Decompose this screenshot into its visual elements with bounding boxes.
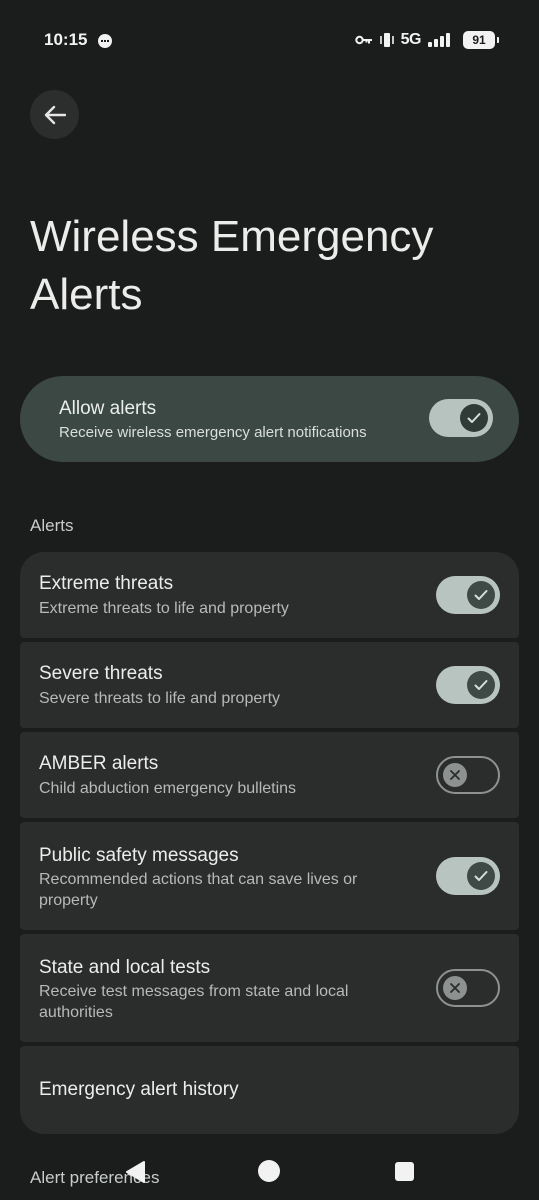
arrow-left-icon xyxy=(44,105,66,124)
switch-thumb xyxy=(467,862,495,890)
check-icon xyxy=(467,413,481,423)
public-safety-messages-row[interactable]: Public safety messages Recommended actio… xyxy=(20,822,519,930)
extreme-threats-subtitle: Extreme threats to life and property xyxy=(39,600,289,617)
state-local-tests-row[interactable]: State and local tests Receive test messa… xyxy=(20,934,519,1042)
amber-alerts-switch[interactable] xyxy=(436,756,500,794)
amber-alerts-subtitle: Child abduction emergency bulletins xyxy=(39,780,297,797)
switch-thumb xyxy=(443,763,467,787)
extreme-threats-title: Extreme threats xyxy=(39,573,174,594)
status-time: 10:15 xyxy=(44,30,88,49)
network-type: 5G xyxy=(400,31,422,48)
emergency-alert-history-row[interactable]: Emergency alert history xyxy=(20,1046,519,1134)
status-bar: 10:15 5G 91 xyxy=(0,0,539,80)
message-notification-icon xyxy=(98,34,112,48)
public-safety-messages-title: Public safety messages xyxy=(39,845,239,866)
public-safety-messages-switch[interactable] xyxy=(436,857,500,895)
page-title: Wireless Emergency Alerts xyxy=(30,212,434,319)
status-icons: 5G 91 xyxy=(354,29,499,51)
state-local-tests-switch[interactable] xyxy=(436,969,500,1007)
state-local-tests-title: State and local tests xyxy=(39,957,211,978)
allow-alerts-subtitle: Receive wireless emergency alert notific… xyxy=(59,424,367,441)
navigation-bar xyxy=(0,1140,539,1200)
battery-level: 91 xyxy=(463,31,499,49)
back-button[interactable] xyxy=(30,90,79,139)
allow-alerts-switch[interactable] xyxy=(429,399,493,437)
allow-alerts-toggle-row[interactable]: Allow alerts Receive wireless emergency … xyxy=(20,376,519,462)
switch-thumb xyxy=(467,581,495,609)
switch-thumb xyxy=(443,976,467,1000)
nav-home-icon[interactable] xyxy=(258,1160,280,1182)
severe-threats-title: Severe threats xyxy=(39,663,163,684)
amber-alerts-title: AMBER alerts xyxy=(39,753,159,774)
allow-alerts-title: Allow alerts xyxy=(59,398,157,419)
public-safety-messages-subtitle: Recommended actions that can save lives … xyxy=(39,871,358,909)
nav-back-icon[interactable] xyxy=(124,1160,146,1184)
switch-thumb xyxy=(460,404,488,432)
severe-threats-switch[interactable] xyxy=(436,666,500,704)
state-local-tests-subtitle: Receive test messages from state and loc… xyxy=(39,983,349,1021)
check-icon xyxy=(474,590,488,600)
switch-thumb xyxy=(467,671,495,699)
key-icon xyxy=(354,35,372,45)
amber-alerts-row[interactable]: AMBER alerts Child abduction emergency b… xyxy=(20,732,519,818)
nav-recents-icon[interactable] xyxy=(395,1162,414,1181)
signal-icon xyxy=(428,33,450,47)
close-icon xyxy=(450,983,460,993)
severe-threats-subtitle: Severe threats to life and property xyxy=(39,690,281,707)
extreme-threats-switch[interactable] xyxy=(436,576,500,614)
section-header-alerts: Alerts xyxy=(30,516,74,535)
vibrate-icon xyxy=(379,33,394,47)
check-icon xyxy=(474,680,488,690)
extreme-threats-row[interactable]: Extreme threats Extreme threats to life … xyxy=(20,552,519,638)
check-icon xyxy=(474,871,488,881)
emergency-alert-history-title: Emergency alert history xyxy=(39,1079,239,1100)
close-icon xyxy=(450,770,460,780)
severe-threats-row[interactable]: Severe threats Severe threats to life an… xyxy=(20,642,519,728)
screen: 10:15 5G 91 Wireless Emergency Alerts Al… xyxy=(0,0,539,1200)
